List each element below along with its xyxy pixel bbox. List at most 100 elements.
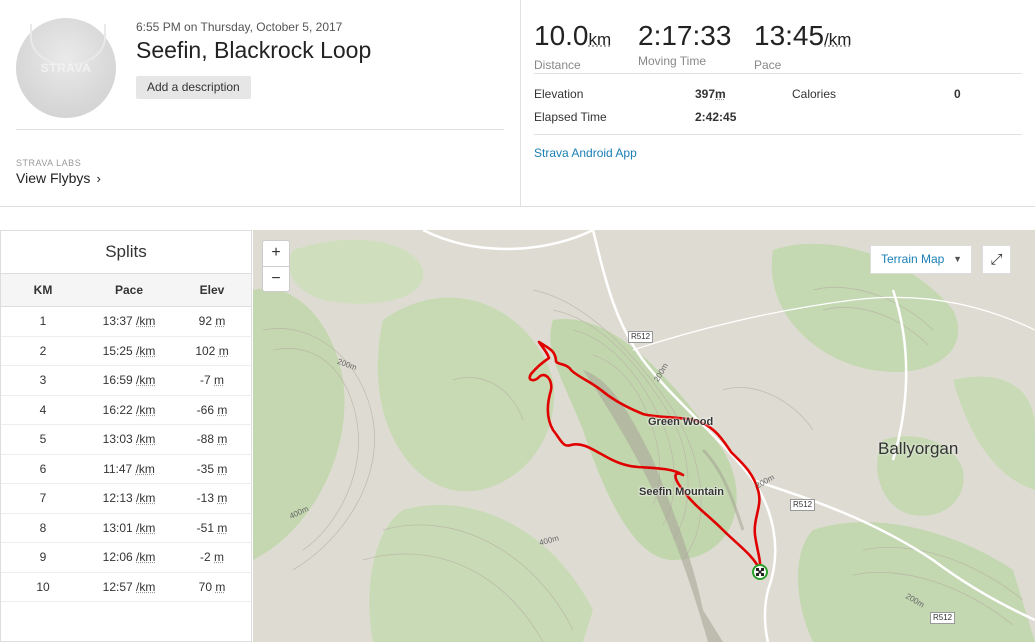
calories-value: 0 <box>954 87 961 101</box>
zoom-out-button[interactable]: − <box>263 266 289 292</box>
split-row[interactable]: 7 12:13 /km -13 m <box>1 483 251 514</box>
vertical-divider <box>520 0 521 207</box>
road-label: R512 <box>930 612 956 624</box>
split-pace: 13:03 /km <box>85 424 173 455</box>
split-elev-unit: m <box>217 402 228 417</box>
pace-unit: /km <box>824 30 852 49</box>
split-row[interactable]: 4 16:22 /km -66 m <box>1 395 251 425</box>
split-row[interactable]: 1 13:37 /km 92 m <box>1 306 251 337</box>
split-pace: 13:37 /km <box>85 306 173 337</box>
elevation-label: Elevation <box>534 87 584 101</box>
split-elev-value: -66 <box>196 402 214 417</box>
split-km: 10 <box>1 572 85 602</box>
split-row[interactable]: 2 15:25 /km 102 m <box>1 336 251 366</box>
split-km: 2 <box>1 336 85 366</box>
zoom-in-button[interactable]: + <box>263 241 289 266</box>
split-elev-value: 102 <box>195 343 216 358</box>
split-elev-unit: m <box>215 314 226 329</box>
split-pace-value: 13:01 <box>102 520 133 535</box>
split-pace-value: 13:03 <box>102 432 133 447</box>
avatar-shirt-collar <box>30 24 106 66</box>
strava-labs-label: STRAVA LABS <box>16 158 82 168</box>
terrain-map-canvas[interactable] <box>253 230 1035 642</box>
divider <box>534 134 1022 135</box>
caret-down-icon: ▼ <box>953 254 962 264</box>
split-row[interactable]: 9 12:06 /km -2 m <box>1 542 251 573</box>
split-elev-value: -88 <box>196 432 214 447</box>
map-type-dropdown[interactable]: Terrain Map ▼ <box>870 245 972 274</box>
split-pace-value: 16:59 <box>102 373 133 388</box>
split-pace: 13:01 /km <box>85 513 173 543</box>
distance-stat: 10.0km Distance <box>534 20 611 72</box>
pace-label: Pace <box>754 58 782 72</box>
fullscreen-button[interactable]: ⤢ <box>982 245 1011 274</box>
split-km: 9 <box>1 542 85 573</box>
split-pace-value: 13:37 <box>102 314 133 329</box>
split-pace-unit: /km <box>135 461 155 476</box>
split-pace-unit: /km <box>136 491 156 506</box>
split-elev-value: -7 <box>199 373 211 388</box>
split-elev-unit: m <box>217 461 228 476</box>
device-link[interactable]: Strava Android App <box>534 146 637 160</box>
split-elev-value: -51 <box>196 520 214 535</box>
zoom-control: + − <box>262 240 290 292</box>
divider <box>534 73 1022 74</box>
split-elev-value: -35 <box>196 461 214 476</box>
split-elev-value: 92 <box>198 314 212 329</box>
split-pace-value: 12:06 <box>102 550 133 565</box>
split-row[interactable]: 6 11:47 /km -35 m <box>1 454 251 484</box>
split-row[interactable]: 8 13:01 /km -51 m <box>1 513 251 543</box>
activity-datetime: 6:55 PM on Thursday, October 5, 2017 <box>136 20 343 34</box>
split-elev-unit: m <box>214 373 224 388</box>
split-pace-value: 15:25 <box>102 343 133 358</box>
split-km: 5 <box>1 424 85 455</box>
athlete-avatar[interactable]: STRAVA <box>16 18 116 118</box>
split-elev-value: -13 <box>196 491 214 506</box>
moving-time-value: 2:17:33 <box>638 20 732 51</box>
view-flybys-link[interactable]: View Flybys › <box>16 170 101 186</box>
split-elev: -2 m <box>173 542 251 573</box>
road-label: R512 <box>790 499 816 511</box>
activity-title[interactable]: Seefin, Blackrock Loop <box>136 37 371 64</box>
activity-header: STRAVA 6:55 PM on Thursday, October 5, 2… <box>0 0 1035 207</box>
splits-panel: Splits KM Pace Elev 1 13:37 /km 92 m 2 15:25… <box>0 230 252 642</box>
split-elev: -51 m <box>173 513 251 543</box>
split-row[interactable]: 10 12:57 /km 70 m <box>1 572 251 602</box>
splits-header-row: KM Pace Elev <box>1 274 251 307</box>
elapsed-time-value: 2:42:45 <box>695 110 737 124</box>
split-pace-value: 16:22 <box>102 402 133 417</box>
split-pace: 16:22 /km <box>85 395 173 425</box>
split-elev: -7 m <box>173 365 251 396</box>
strava-logo: STRAVA <box>40 61 92 75</box>
split-pace-unit: /km <box>136 343 156 358</box>
calories-label: Calories <box>792 87 837 101</box>
elevation-number: 397 <box>695 87 716 101</box>
place-label-seefin: Seefin Mountain <box>639 486 724 498</box>
split-row[interactable]: 5 13:03 /km -88 m <box>1 424 251 455</box>
split-pace: 15:25 /km <box>85 336 173 366</box>
split-km: 8 <box>1 513 85 543</box>
place-label-green-wood: Green Wood <box>648 416 714 428</box>
split-elev: -66 m <box>173 395 251 425</box>
split-elev-unit: m <box>217 491 228 506</box>
split-row[interactable]: 3 16:59 /km -7 m <box>1 365 251 396</box>
route-map[interactable]: + − Terrain Map ▼ ⤢ R512 R512 R512 Green… <box>253 230 1035 642</box>
add-description-button[interactable]: Add a description <box>136 76 251 99</box>
split-km: 4 <box>1 395 85 425</box>
pace-header: Pace <box>85 274 173 307</box>
split-km: 7 <box>1 483 85 514</box>
split-pace: 12:13 /km <box>85 483 173 514</box>
splits-title: Splits <box>1 231 251 274</box>
view-flybys-label: View Flybys <box>16 170 91 186</box>
pace-stat: 13:45/km Pace <box>754 20 851 72</box>
split-pace: 16:59 /km <box>85 365 173 396</box>
split-elev-unit: m <box>214 550 224 565</box>
distance-label: Distance <box>534 58 581 72</box>
split-elev-unit: m <box>217 520 228 535</box>
distance-unit: km <box>588 30 612 49</box>
split-elev: 102 m <box>173 336 251 366</box>
split-elev-unit: m <box>217 432 228 447</box>
split-elev: -13 m <box>173 483 251 514</box>
split-pace: 12:57 /km <box>85 572 173 602</box>
moving-time-stat: 2:17:33 Moving Time <box>638 20 731 68</box>
